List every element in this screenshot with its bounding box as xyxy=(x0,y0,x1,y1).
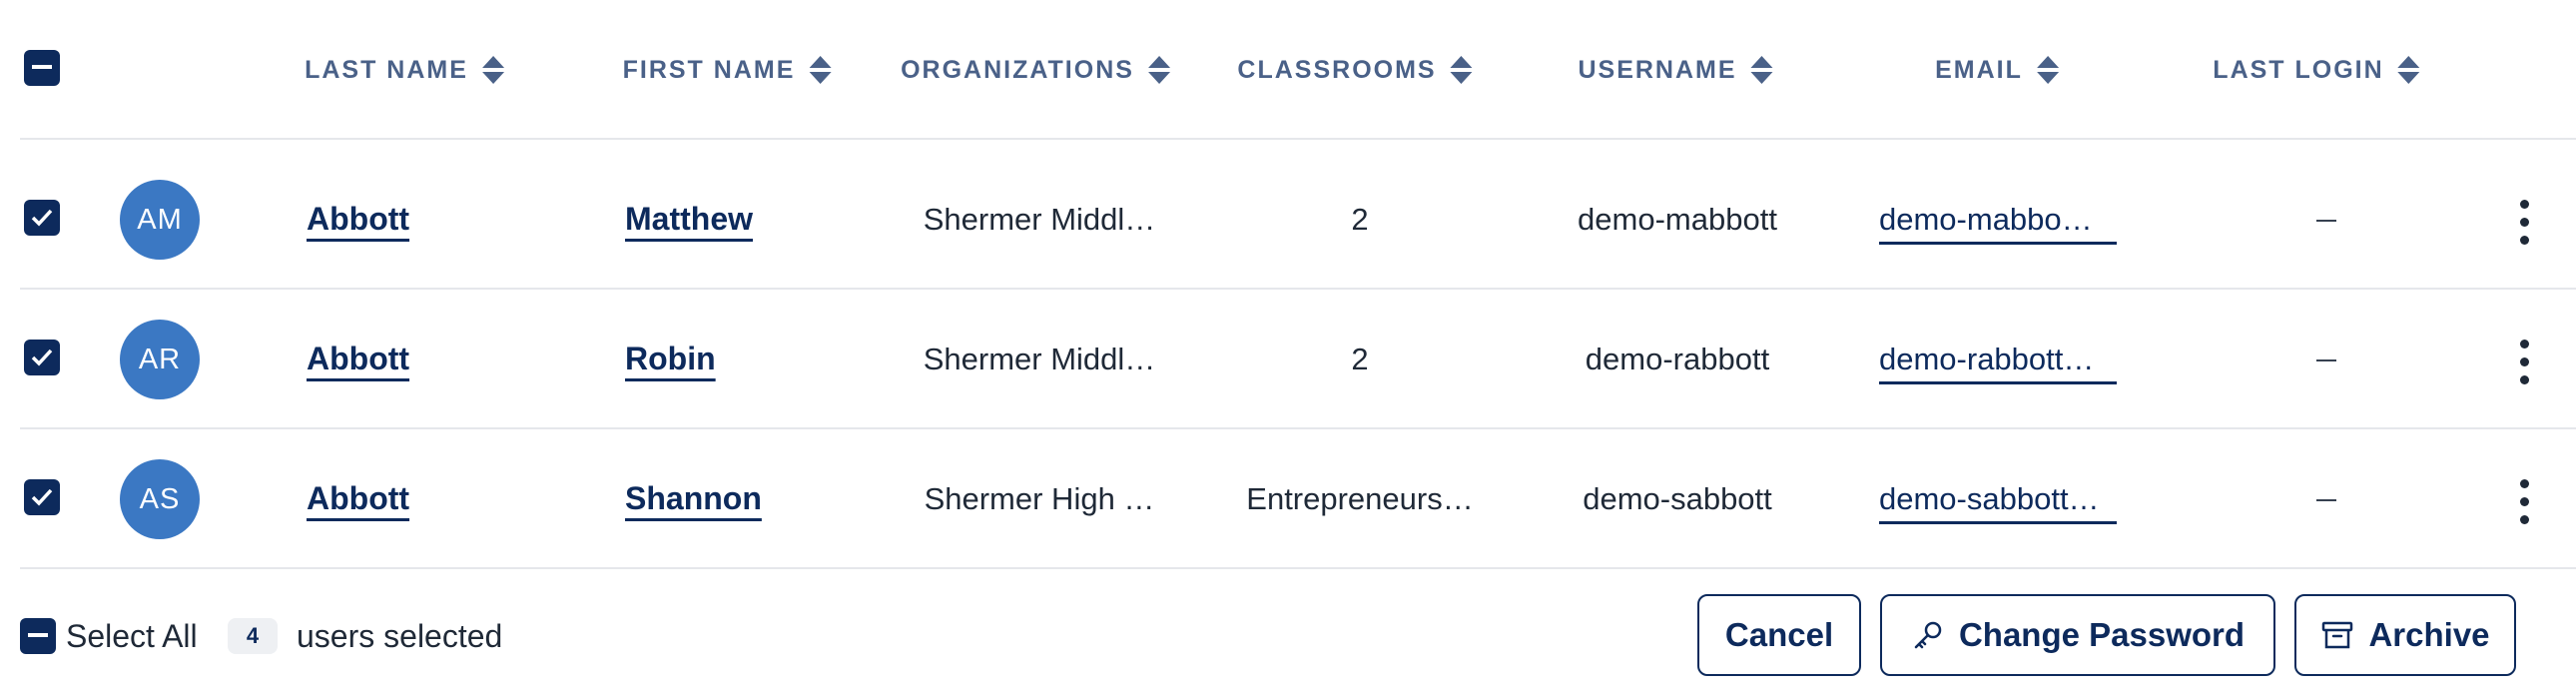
classrooms-cell: 2 xyxy=(1351,342,1369,376)
username-cell: demo-sabbott xyxy=(1583,481,1772,516)
archive-icon xyxy=(2322,621,2353,649)
column-header-email[interactable]: EMAIL xyxy=(1935,50,2059,90)
sort-icon[interactable] xyxy=(481,56,504,84)
sort-icon[interactable] xyxy=(1750,56,1773,84)
sort-icon[interactable] xyxy=(809,56,832,84)
last-login-cell xyxy=(2316,220,2336,222)
avatar: AS xyxy=(120,459,200,539)
last-name-link[interactable]: Abbott xyxy=(307,341,409,377)
column-header-username[interactable]: USERNAME xyxy=(1578,50,1773,90)
sort-icon[interactable] xyxy=(2036,56,2059,84)
column-header-last-login[interactable]: LAST LOGIN xyxy=(2213,50,2420,90)
email-link[interactable]: demo-rabbott… xyxy=(1879,342,2117,384)
change-password-button[interactable]: Change Password xyxy=(1880,594,2275,676)
last-login-cell xyxy=(2316,359,2336,361)
key-icon xyxy=(1914,621,1942,649)
organization-cell: Shermer High … xyxy=(924,481,1155,516)
check-icon xyxy=(31,209,53,227)
footer-select-all-checkbox[interactable] xyxy=(20,618,56,654)
sort-icon[interactable] xyxy=(1450,56,1473,84)
username-cell: demo-rabbott xyxy=(1585,342,1770,376)
first-name-link[interactable]: Robin xyxy=(625,341,716,377)
header-select-all-checkbox[interactable] xyxy=(24,50,60,86)
select-all-label[interactable]: Select All xyxy=(66,618,198,655)
check-icon xyxy=(31,349,53,366)
selected-suffix-label: users selected xyxy=(297,618,503,654)
header-divider xyxy=(20,138,2576,140)
archive-button[interactable]: Archive xyxy=(2294,594,2516,676)
minus-icon xyxy=(28,633,48,637)
row-divider xyxy=(20,567,2576,569)
row-checkbox[interactable] xyxy=(24,479,60,515)
cancel-button[interactable]: Cancel xyxy=(1697,594,1861,676)
avatar: AR xyxy=(120,320,200,399)
classrooms-cell: Entrepreneurs… xyxy=(1246,481,1474,516)
more-options-kebab-icon[interactable] xyxy=(2518,479,2530,524)
email-link[interactable]: demo-sabbott… xyxy=(1879,481,2117,524)
username-cell: demo-mabbott xyxy=(1578,202,1777,237)
more-options-kebab-icon[interactable] xyxy=(2518,340,2530,384)
last-login-cell xyxy=(2316,499,2336,501)
row-checkbox[interactable] xyxy=(24,340,60,375)
more-options-kebab-icon[interactable] xyxy=(2518,200,2530,245)
row-checkbox[interactable] xyxy=(24,200,60,236)
column-header-organizations[interactable]: ORGANIZATIONS xyxy=(901,50,1170,90)
organization-cell: Shermer Middl… xyxy=(923,342,1156,376)
row-divider xyxy=(20,288,2576,290)
last-name-link[interactable]: Abbott xyxy=(307,201,409,238)
last-name-link[interactable]: Abbott xyxy=(307,480,409,517)
column-header-last-name[interactable]: LAST NAME xyxy=(305,50,504,90)
sort-icon[interactable] xyxy=(1147,56,1170,84)
minus-icon xyxy=(32,65,52,69)
first-name-link[interactable]: Matthew xyxy=(625,201,753,238)
organization-cell: Shermer Middl… xyxy=(923,202,1156,237)
email-link[interactable]: demo-mabbo… xyxy=(1879,202,2117,245)
check-icon xyxy=(31,488,53,506)
classrooms-cell: 2 xyxy=(1351,202,1369,237)
column-header-classrooms[interactable]: CLASSROOMS xyxy=(1237,50,1473,90)
row-divider xyxy=(20,427,2576,429)
sort-icon[interactable] xyxy=(2397,56,2420,84)
selected-count-badge: 4 xyxy=(228,618,278,654)
first-name-link[interactable]: Shannon xyxy=(625,480,762,517)
avatar: AM xyxy=(120,180,200,260)
column-header-first-name[interactable]: FIRST NAME xyxy=(623,50,832,90)
